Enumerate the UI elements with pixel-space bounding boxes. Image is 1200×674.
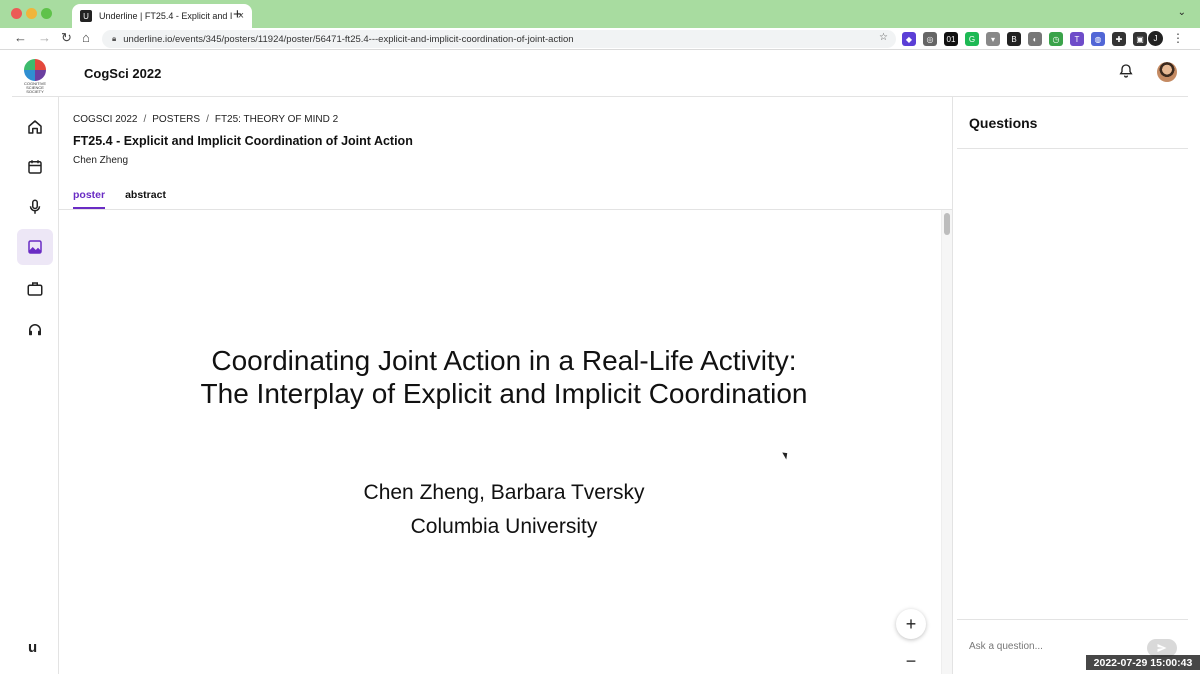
zoom-out-button[interactable]: − [896, 646, 926, 674]
new-tab-icon[interactable]: + [233, 6, 242, 23]
send-icon [1157, 644, 1167, 652]
page-title: FT25.4 - Explicit and Implicit Coordinat… [73, 134, 413, 148]
breadcrumb-separator: / [143, 114, 147, 125]
poster-authors: Chen Zheng, Barbara Tversky Columbia Uni… [59, 476, 949, 544]
reload-icon[interactable]: ↻ [61, 30, 72, 46]
home-icon[interactable]: ⌂ [82, 30, 90, 45]
ext-10-icon[interactable]: ◍ [1091, 32, 1105, 46]
poster-affiliation: Columbia University [410, 515, 598, 538]
questions-divider [957, 148, 1189, 149]
headset-icon [29, 324, 41, 336]
tab-title: Underline | FT25.4 - Explicit and Implic… [99, 11, 232, 21]
breadcrumb-session[interactable]: FT25: THEORY OF MIND 2 [215, 114, 338, 125]
poster-author-names: Chen Zheng, Barbara Tversky [363, 481, 645, 504]
ext-7-icon[interactable]: ◐ [1028, 32, 1042, 46]
tab-poster[interactable]: poster [73, 189, 106, 209]
poster-title-line-2: The Interplay of Explicit and Implicit C… [200, 378, 808, 409]
tab-abstract[interactable]: abstract [125, 189, 166, 209]
minimize-window-button[interactable] [26, 8, 37, 19]
ext-11-icon[interactable]: ✚ [1112, 32, 1126, 46]
breadcrumb-separator: / [206, 114, 209, 125]
calendar-icon [28, 160, 42, 174]
maximize-window-button[interactable] [41, 8, 52, 19]
sidebar-item-exhibitors[interactable] [17, 271, 53, 307]
zoom-in-button[interactable]: + [896, 609, 926, 639]
cogsci-logo-icon[interactable] [24, 59, 46, 81]
recording-timestamp: 2022-07-29 15:00:43 [1086, 655, 1200, 670]
breadcrumb-posters[interactable]: POSTERS [152, 114, 200, 125]
microphone-icon [29, 199, 41, 214]
browser-tab-bar: U Underline | FT25.4 - Explicit and Impl… [0, 0, 1200, 28]
poster-viewer[interactable]: Coordinating Joint Action in a Real-Life… [59, 210, 941, 674]
user-avatar[interactable] [1157, 62, 1177, 82]
questions-title: Questions [969, 115, 1038, 131]
browser-menu-icon[interactable]: ⋮ [1172, 31, 1184, 45]
ext-1-icon[interactable]: ◆ [902, 32, 916, 46]
sidebar-item-talks[interactable] [17, 189, 53, 225]
sidebar-item-support[interactable] [17, 312, 53, 348]
ext-6-icon[interactable]: B [1007, 32, 1021, 46]
bookmark-star-icon[interactable]: ☆ [879, 32, 888, 43]
question-input[interactable] [969, 641, 1139, 652]
underline-favicon-icon: U [80, 10, 92, 22]
close-window-button[interactable] [11, 8, 22, 19]
ext-9-icon[interactable]: T [1070, 32, 1084, 46]
poster-scrollbar[interactable] [941, 210, 952, 674]
ext-2-icon[interactable]: ◎ [923, 32, 937, 46]
ext-8-icon[interactable]: ◷ [1049, 32, 1063, 46]
scrollbar-thumb[interactable] [944, 213, 950, 235]
page-right-margin [1188, 51, 1200, 674]
address-bar[interactable]: 🔒︎ underline.io/events/345/posters/11924… [102, 30, 896, 48]
poster-title: Coordinating Joint Action in a Real-Life… [59, 344, 949, 410]
profile-avatar[interactable]: J [1148, 31, 1163, 46]
browser-tab[interactable]: U Underline | FT25.4 - Explicit and Impl… [72, 4, 252, 28]
briefcase-icon [27, 282, 43, 296]
questions-panel: Questions [952, 97, 1189, 674]
breadcrumb: COGSCI 2022 / POSTERS / FT25: THEORY OF … [73, 114, 338, 125]
sidebar-item-posters[interactable] [17, 229, 53, 265]
ext-4-icon[interactable]: G [965, 32, 979, 46]
lock-icon: 🔒︎ [112, 34, 117, 43]
ext-5-icon[interactable]: ▾ [986, 32, 1000, 46]
ext-3-icon[interactable]: 01 [944, 32, 958, 46]
url-text: underline.io/events/345/posters/11924/po… [123, 33, 574, 45]
back-arrow-icon[interactable]: ← [14, 30, 27, 45]
app-header: COGNITIVE SCIENCE SOCIETY CogSci 2022 [12, 51, 1188, 97]
event-name[interactable]: CogSci 2022 [84, 66, 161, 81]
poster-icon [28, 240, 42, 254]
content-tabs: poster abstract [73, 189, 166, 209]
forward-arrow-icon[interactable]: → [38, 30, 51, 45]
sidebar-item-home[interactable] [17, 109, 53, 145]
extensions-row: ◆ ◎ 01 G ▾ B ◐ ◷ T ◍ ✚ ▣ [902, 32, 1147, 46]
tab-search-icon[interactable]: ⌄ [1178, 7, 1186, 18]
underline-logo-icon[interactable]: u [28, 639, 37, 656]
main-content: COGSCI 2022 / POSTERS / FT25: THEORY OF … [59, 97, 952, 674]
poster-title-line-1: Coordinating Joint Action in a Real-Life… [211, 345, 797, 376]
logo-caption: COGNITIVE SCIENCE SOCIETY [23, 81, 46, 94]
bell-icon[interactable] [1118, 63, 1134, 79]
ext-12-icon[interactable]: ▣ [1133, 32, 1147, 46]
presenter-name[interactable]: Chen Zheng [73, 155, 128, 166]
sidebar-item-schedule[interactable] [17, 149, 53, 185]
browser-toolbar: ← → ↻ ⌂ 🔒︎ underline.io/events/345/poste… [0, 28, 1200, 50]
questions-input-divider [957, 619, 1189, 620]
sidebar: u [12, 97, 59, 674]
breadcrumb-event[interactable]: COGSCI 2022 [73, 114, 137, 125]
home-icon [28, 120, 42, 134]
